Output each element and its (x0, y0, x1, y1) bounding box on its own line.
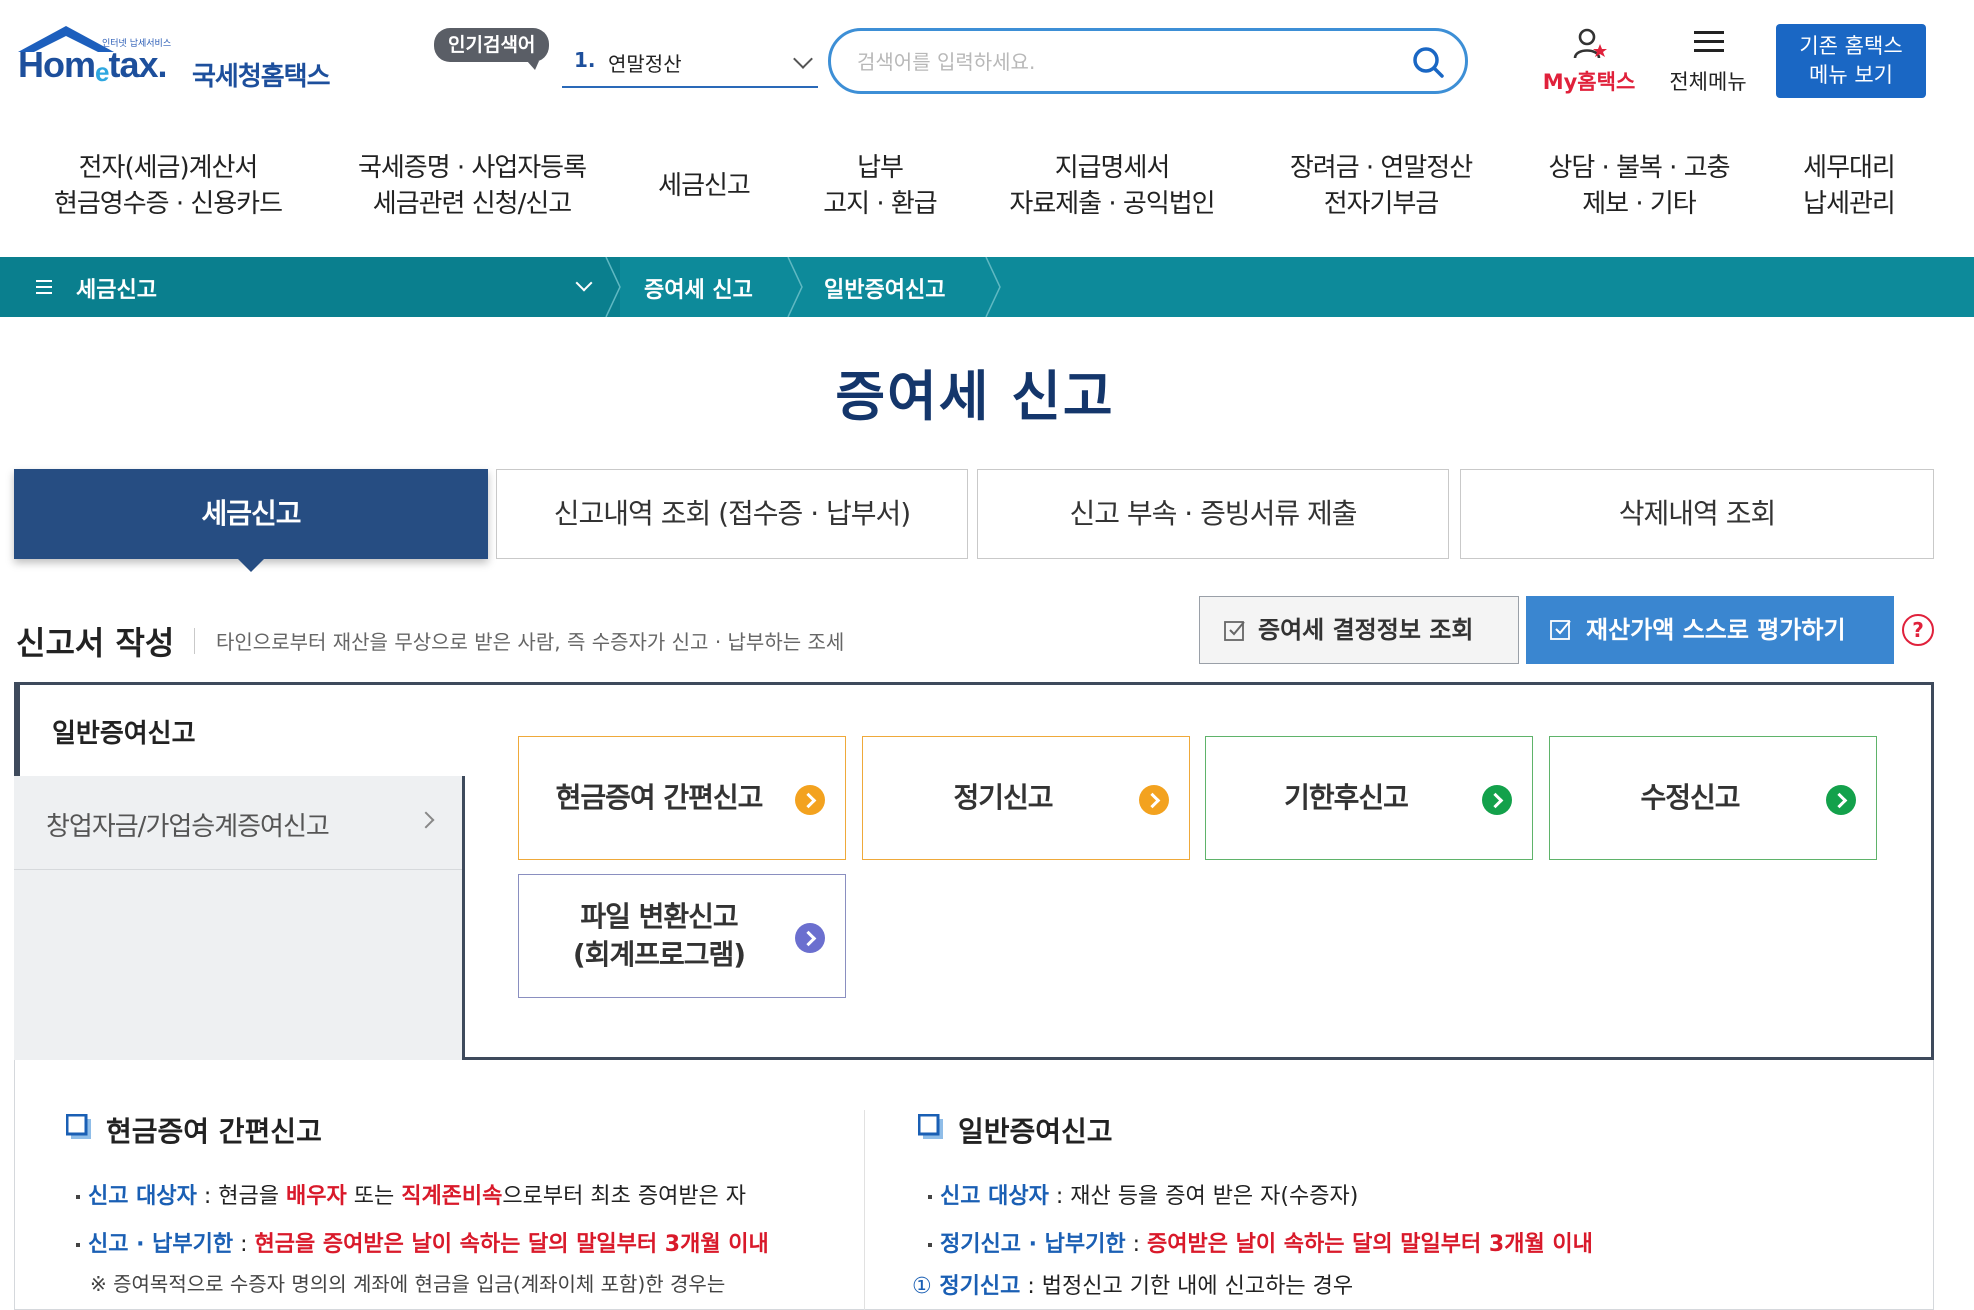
info-general-gift-deadline: 정기신고 · 납부기한 : 증여받은 날이 속하는 달의 말일부터 3개월 이내 (928, 1226, 1593, 1258)
old-menu-button[interactable]: 기존 홈택스 메뉴 보기 (1776, 24, 1926, 98)
hamburger-icon (1694, 31, 1724, 52)
breadcrumb-item-general[interactable]: 일반증여신고 (824, 272, 945, 304)
check-square-icon (1550, 620, 1571, 640)
decision-info-label: 증여세 결정정보 조회 (1258, 616, 1474, 644)
side-menu: 창업자금/가업승계증여신고 (14, 774, 466, 1060)
info-general-gift-heading: 일반증여신고 (918, 1110, 1113, 1150)
tab-attachment-submit[interactable]: 신고 부속 · 증빙서류 제출 (977, 469, 1449, 559)
square-bullet-icon (66, 1114, 91, 1139)
self-evaluate-button[interactable]: 재산가액 스스로 평가하기 (1526, 596, 1894, 664)
info-cash-gift-note: ※ 증여목적으로 수증자 명의의 계좌에 현금을 입금(계좌이체 포함)한 경우… (90, 1272, 726, 1296)
page-title: 증여세 신고 (835, 365, 1115, 428)
breadcrumb-item-gift-tax[interactable]: 증여세 신고 (644, 272, 753, 304)
tab-tax-report[interactable]: 세금신고 (14, 469, 488, 559)
regular-report-button[interactable]: 정기신고 (862, 736, 1190, 860)
info-cash-gift-heading: 현금증여 간편신고 (66, 1110, 322, 1150)
file-convert-report-button[interactable]: 파일 변환신고 (회계프로그램) (518, 874, 846, 998)
check-square-icon (1224, 621, 1245, 641)
section-divider (194, 628, 195, 654)
tab-report-history[interactable]: 신고내역 조회 (접수증 · 납부서) (496, 469, 968, 559)
breadcrumb-separator-icon (605, 257, 621, 317)
topnav-item-consult[interactable]: 상담 · 불복 · 고충 제보 · 기타 (1530, 150, 1748, 222)
section-title: 신고서 작성 (16, 624, 175, 662)
info-general-gift-target: 신고 대상자 : 재산 등을 증여 받은 자(수증자) (928, 1178, 1358, 1210)
tab-deleted-history[interactable]: 삭제내역 조회 (1460, 469, 1934, 559)
menu-lines-icon (36, 280, 52, 294)
help-icon[interactable]: ? (1902, 614, 1934, 646)
old-menu-line2: 메뉴 보기 (1809, 63, 1893, 87)
popular-rank: 1. (574, 48, 596, 72)
old-menu-line1: 기존 홈택스 (1799, 34, 1903, 58)
side-item-startup-succession[interactable]: 창업자금/가업승계증여신고 (14, 774, 466, 870)
amended-report-button[interactable]: 수정신고 (1549, 736, 1877, 860)
chevron-down-icon (575, 274, 593, 292)
search-box (828, 28, 1468, 94)
breadcrumb-home-label: 세금신고 (76, 278, 157, 303)
breadcrumb-separator-icon (985, 257, 1001, 317)
arrow-circle-icon (1826, 785, 1856, 815)
arrow-circle-icon (1139, 785, 1169, 815)
late-report-button[interactable]: 기한후신고 (1205, 736, 1533, 860)
breadcrumb: 세금신고 증여세 신고 일반증여신고 (0, 257, 1974, 317)
info-cash-gift-deadline: 신고 · 납부기한 : 현금을 증여받은 날이 속하는 달의 말일부터 3개월 … (76, 1226, 769, 1258)
topnav-item-certificate[interactable]: 국세증명 · 사업자등록 세금관련 신청/신고 (338, 150, 606, 222)
info-cash-gift-target: 신고 대상자 : 현금을 배우자 또는 직계존비속으로부터 최초 증여받은 자 (76, 1178, 746, 1210)
self-evaluate-label: 재산가액 스스로 평가하기 (1586, 616, 1846, 644)
cash-gift-simple-report-button[interactable]: 현금증여 간편신고 (518, 736, 846, 860)
decision-info-button[interactable]: 증여세 결정정보 조회 (1199, 596, 1519, 664)
popular-search-select[interactable]: 1. 연말정산 (562, 40, 818, 88)
chevron-right-icon (417, 811, 435, 829)
search-input[interactable] (857, 45, 1387, 79)
square-bullet-icon (918, 1114, 943, 1139)
logo-korean: 국세청홈택스 (192, 62, 331, 92)
side-item-general-gift[interactable]: 일반증여신고 (14, 682, 466, 776)
hometax-logo[interactable]: 인터넷 납세서비스 Hometax. 국세청홈택스 (16, 26, 356, 96)
all-menu-label: 전체메뉴 (1669, 70, 1747, 94)
logo-wordmark: Hometax. (18, 44, 168, 87)
active-tab-pointer (237, 558, 265, 572)
arrow-circle-icon (1482, 785, 1512, 815)
popular-search-badge: 인기검색어 (434, 28, 550, 70)
all-menu-button[interactable]: 전체메뉴 (1658, 26, 1758, 96)
topnav-item-einvoice[interactable]: 전자(세금)계산서 현금영수증 · 신용카드 (34, 150, 302, 222)
my-hometax-button[interactable]: My홈택스 (1534, 26, 1644, 96)
top-navigation: 전자(세금)계산서 현금영수증 · 신용카드 국세증명 · 사업자등록 세금관련 신… (0, 140, 1974, 250)
header: 인터넷 납세서비스 Hometax. 국세청홈택스 인기검색어 1. 연말정산 … (0, 0, 1974, 125)
info-general-gift-regular: ① 정기신고 : 법정신고 기한 내에 신고하는 경우 (912, 1274, 1354, 1299)
popular-term: 연말정산 (608, 52, 682, 76)
arrow-circle-icon (795, 785, 825, 815)
arrow-circle-icon (795, 923, 825, 953)
my-hometax-label: My홈택스 (1542, 70, 1636, 94)
breadcrumb-home-select[interactable]: 세금신고 (0, 257, 620, 317)
topnav-item-incentive[interactable]: 장려금 · 연말정산 전자기부금 (1266, 150, 1496, 222)
breadcrumb-separator-icon (787, 257, 803, 317)
topnav-item-agent[interactable]: 세무대리 납세관리 (1786, 150, 1912, 222)
search-icon[interactable] (1411, 45, 1445, 79)
topnav-item-payment-statement[interactable]: 지급명세서 자료제출 · 공익법인 (994, 150, 1230, 222)
section-description: 타인으로부터 재산을 무상으로 받은 사람, 즉 수증자가 신고 · 납부하는 … (216, 630, 845, 654)
info-divider (864, 1110, 865, 1310)
topnav-item-payment[interactable]: 납부 고지 · 환급 (800, 150, 960, 222)
chevron-down-icon (793, 49, 813, 69)
my-user-icon (1573, 28, 1607, 59)
topnav-item-tax-report[interactable]: 세금신고 (634, 168, 774, 204)
